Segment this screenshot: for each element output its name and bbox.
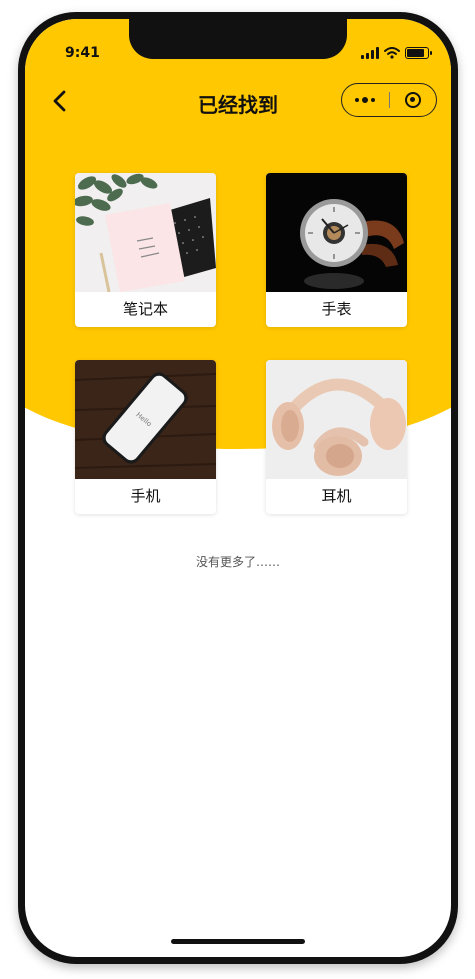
item-card-phone[interactable]: Hello 手机: [75, 360, 216, 514]
device-notch: [129, 19, 347, 59]
watch-photo: [266, 173, 407, 292]
status-time: 9:41: [65, 45, 100, 61]
home-indicator[interactable]: [171, 939, 305, 944]
app-screen: 9:41 已经找到 笔记本 手表 Hello 手机 耳机 没有更多了……: [25, 19, 451, 957]
more-button[interactable]: [342, 84, 389, 116]
item-label: 手表: [321, 300, 352, 318]
notebook-photo: [75, 173, 216, 292]
item-card-headphones[interactable]: 耳机: [266, 360, 407, 514]
wifi-icon: [384, 47, 400, 59]
close-button[interactable]: [390, 84, 437, 116]
phone-frame: 9:41 已经找到 笔记本 手表 Hello 手机 耳机 没有更多了……: [18, 12, 458, 964]
battery-icon: [405, 47, 432, 59]
item-card-watch[interactable]: 手表: [266, 173, 407, 327]
item-label: 手机: [130, 487, 161, 505]
no-more-hint: 没有更多了……: [195, 555, 280, 569]
phone-photo: Hello: [75, 360, 216, 479]
item-card-notebook[interactable]: 笔记本: [75, 173, 216, 327]
target-icon: [404, 92, 421, 108]
more-dots-icon: [355, 97, 376, 103]
status-icons: [361, 45, 432, 61]
signal-icon: [361, 47, 379, 59]
mini-program-capsule: [341, 83, 437, 117]
item-label: 笔记本: [122, 300, 168, 318]
found-items-grid: 笔记本 手表 Hello 手机 耳机: [75, 173, 407, 514]
item-label: 耳机: [321, 487, 352, 505]
headphones-photo: [266, 360, 407, 479]
